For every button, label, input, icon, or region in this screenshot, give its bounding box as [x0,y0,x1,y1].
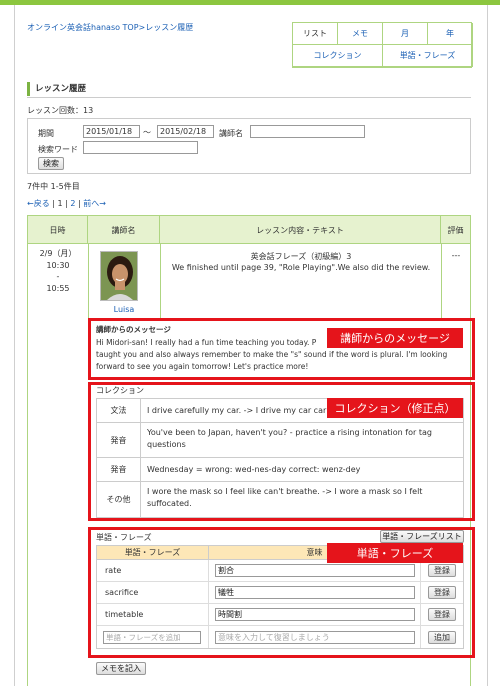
message-callout: 講師からのメッセージ [327,328,463,348]
time-separator: - [56,272,60,281]
lesson-end-time: 10:55 [46,283,70,293]
teacher-input[interactable] [250,125,365,138]
table-header: 日時 講師名 レッスン内容・テキスト 評価 [28,216,470,244]
nav-month[interactable]: 月 [383,23,428,45]
lesson-start-time: 10:30 [46,260,70,270]
collection-callout: コレクション（修正点） [327,398,463,418]
period-label: 期間 [38,129,54,138]
nav-list[interactable]: リスト [293,23,338,45]
keyword-label: 検索ワード [38,145,78,154]
pager-next[interactable]: 前へ→ [83,199,106,208]
date-to-input[interactable]: 2015/02/18 [157,125,214,138]
lesson-textbook: 英会話フレーズ（初級編）3 [250,252,352,261]
title-divider [27,97,471,98]
page-title: レッスン履歴 [27,82,471,96]
view-switcher: リスト メモ 月 年 コレクション 単語・フレーズ [292,22,473,68]
teacher-avatar[interactable] [100,251,138,301]
col-rating: 評価 [447,225,464,235]
result-count: 7件中 1-5件目 [27,182,80,191]
col-content: レッスン内容・テキスト [160,216,441,244]
nav-words[interactable]: 単語・フレーズ [383,45,473,67]
words-callout: 単語・フレーズ [327,543,463,563]
search-button[interactable]: 検索 [38,157,64,170]
nav-year[interactable]: 年 [428,23,473,45]
lesson-date: 2/9（月） [39,249,77,258]
col-teacher: 講師名 [88,216,160,244]
date-from-input[interactable]: 2015/01/18 [83,125,140,138]
lesson-rating: --- [451,251,461,260]
breadcrumb[interactable]: オンライン英会話hanaso TOP>レッスン履歴 [27,22,193,33]
write-memo-button[interactable]: メモを記入 [96,662,146,675]
nav-memo[interactable]: メモ [338,23,383,45]
teacher-name-link[interactable]: Luisa [88,305,160,314]
pager-prev[interactable]: ←戻る [27,199,50,208]
lesson-content: 英会話フレーズ（初級編）3 We finished until page 39,… [161,251,441,273]
lesson-datetime: 2/9（月） 10:30 - 10:55 [28,248,88,294]
tilde: 〜 [143,128,151,137]
keyword-input[interactable] [83,141,198,154]
nav-collection[interactable]: コレクション [293,45,383,67]
teacher-label: 講師名 [219,129,243,138]
pager: ←戻る | 1 | 2 | 前へ→ [27,198,106,209]
lesson-count: レッスン回数：13 [27,106,94,115]
col-date: 日時 [28,216,88,244]
lesson-note: We finished until page 39, "Role Playing… [171,263,431,272]
